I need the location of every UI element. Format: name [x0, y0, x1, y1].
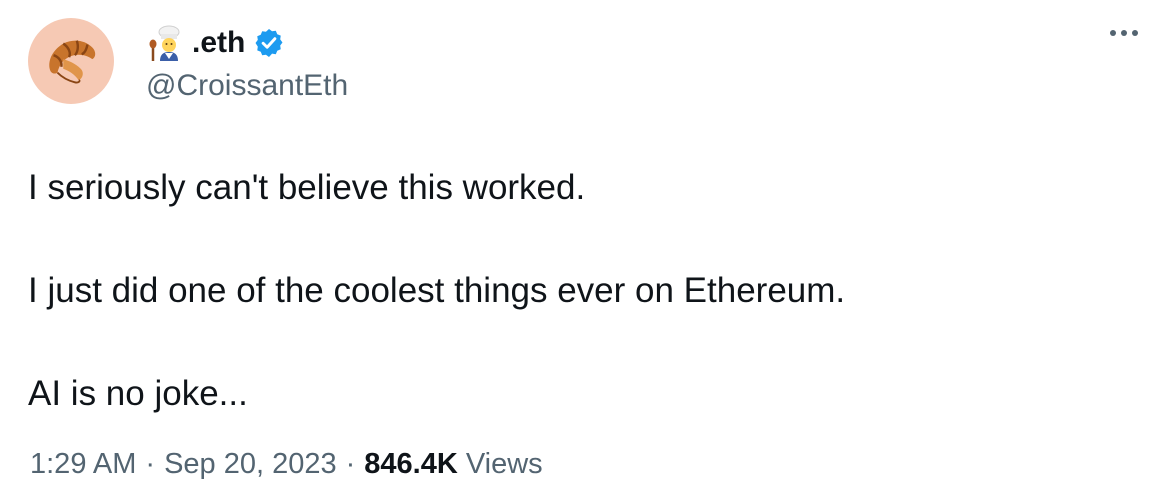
tweet-meta: 1:29 AM · Sep 20, 2023 · 846.4K Views [30, 442, 543, 486]
display-name-row[interactable]: .eth [146, 22, 348, 64]
tweet-date[interactable]: Sep 20, 2023 [164, 442, 337, 486]
cook-emoji [149, 25, 180, 61]
author-info: .eth @CroissantEth [146, 18, 348, 106]
verified-badge-icon[interactable] [253, 27, 285, 59]
more-options-icon[interactable] [1106, 24, 1142, 42]
more-dot [1121, 30, 1127, 36]
tweet-header: .eth @CroissantEth [28, 18, 1144, 122]
separator: · [345, 448, 356, 480]
separator: · [145, 448, 156, 480]
author-handle[interactable]: @CroissantEth [146, 66, 348, 106]
tweet-text: I seriously can't believe this worked. I… [28, 166, 1144, 416]
tweet-paragraph: I just did one of the coolest things eve… [28, 271, 846, 310]
croissant-icon [49, 40, 96, 84]
tweet-card: .eth @CroissantEth I seriously can't bel… [0, 0, 1172, 500]
more-dot [1132, 30, 1138, 36]
tweet-paragraph: I seriously can't believe this worked. [28, 168, 586, 207]
more-dot [1110, 30, 1116, 36]
tweet-paragraph: AI is no joke... [28, 374, 248, 413]
views-label[interactable]: Views [466, 442, 543, 486]
avatar[interactable] [28, 18, 114, 104]
views-count[interactable]: 846.4K [364, 442, 458, 486]
tweet-time[interactable]: 1:29 AM [30, 442, 136, 486]
display-name: .eth [192, 26, 246, 59]
